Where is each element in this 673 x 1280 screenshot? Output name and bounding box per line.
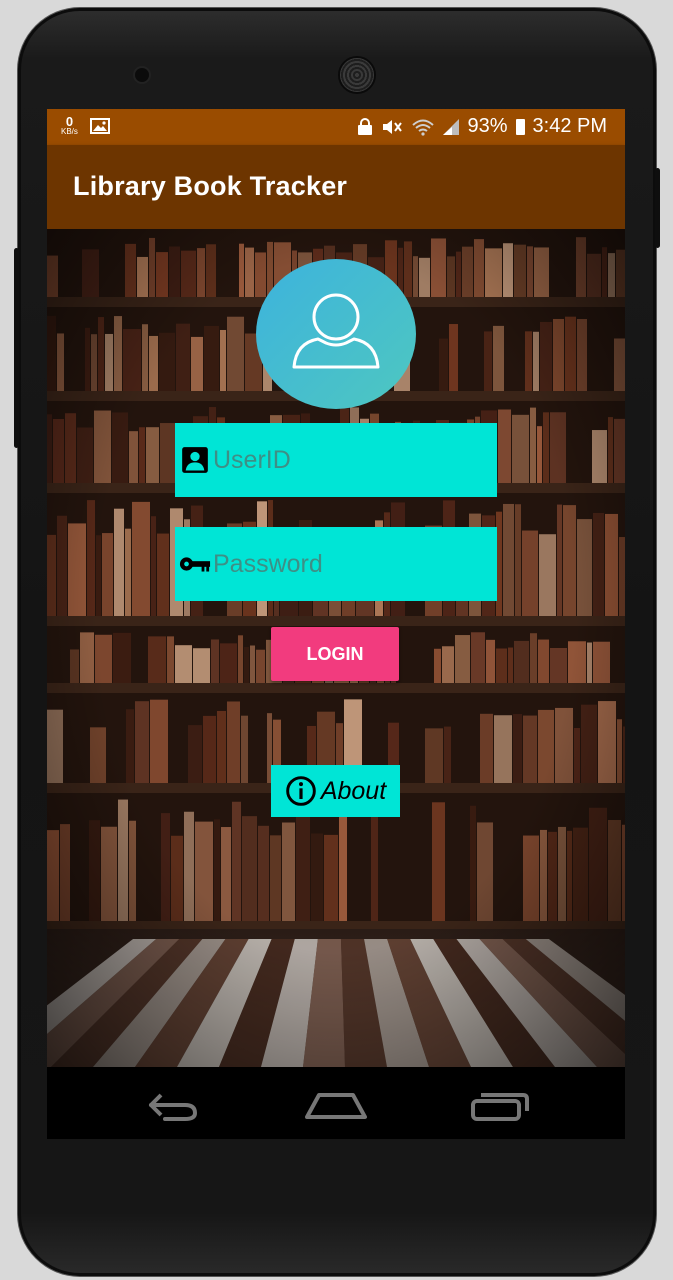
- volume-button: [14, 248, 19, 448]
- lock-icon: [358, 117, 373, 135]
- userid-field[interactable]: [175, 423, 497, 497]
- network-speed-unit: KB/s: [61, 127, 78, 136]
- info-icon: [286, 776, 316, 806]
- account-box-icon: [179, 444, 211, 476]
- earpiece-speaker: [338, 56, 376, 94]
- signal-icon: [443, 118, 460, 135]
- front-camera: [135, 68, 149, 82]
- battery-icon: [515, 118, 525, 135]
- about-button-label: About: [320, 776, 387, 805]
- power-button: [655, 168, 660, 248]
- wifi-icon: [412, 119, 435, 136]
- image-notification-icon: [89, 117, 110, 134]
- navigation-bar: [47, 1067, 625, 1139]
- back-icon[interactable]: [145, 1085, 205, 1125]
- about-button[interactable]: About: [271, 765, 400, 817]
- device-screen: 0 KB/s 93% 3:42 PM Library Book Tracker …: [47, 109, 625, 1139]
- app-title: Library Book Tracker: [73, 171, 348, 201]
- mute-icon: [383, 119, 403, 134]
- network-speed: 0 KB/s: [61, 115, 78, 136]
- login-screen: LOGIN About: [47, 229, 625, 1067]
- app-bar: Library Book Tracker: [47, 145, 625, 229]
- login-button[interactable]: LOGIN: [271, 627, 399, 681]
- login-button-label: LOGIN: [306, 643, 364, 664]
- person-outline-icon: [292, 293, 380, 369]
- userid-input[interactable]: [211, 445, 483, 475]
- avatar: [256, 259, 416, 409]
- clock: 3:42 PM: [532, 115, 607, 137]
- status-bar: 0 KB/s 93% 3:42 PM: [47, 109, 625, 145]
- recents-icon[interactable]: [467, 1085, 531, 1125]
- key-icon: [179, 548, 211, 580]
- password-field[interactable]: [175, 527, 497, 601]
- battery-percent: 93%: [467, 115, 508, 137]
- password-input[interactable]: [211, 549, 483, 579]
- home-icon[interactable]: [303, 1085, 369, 1125]
